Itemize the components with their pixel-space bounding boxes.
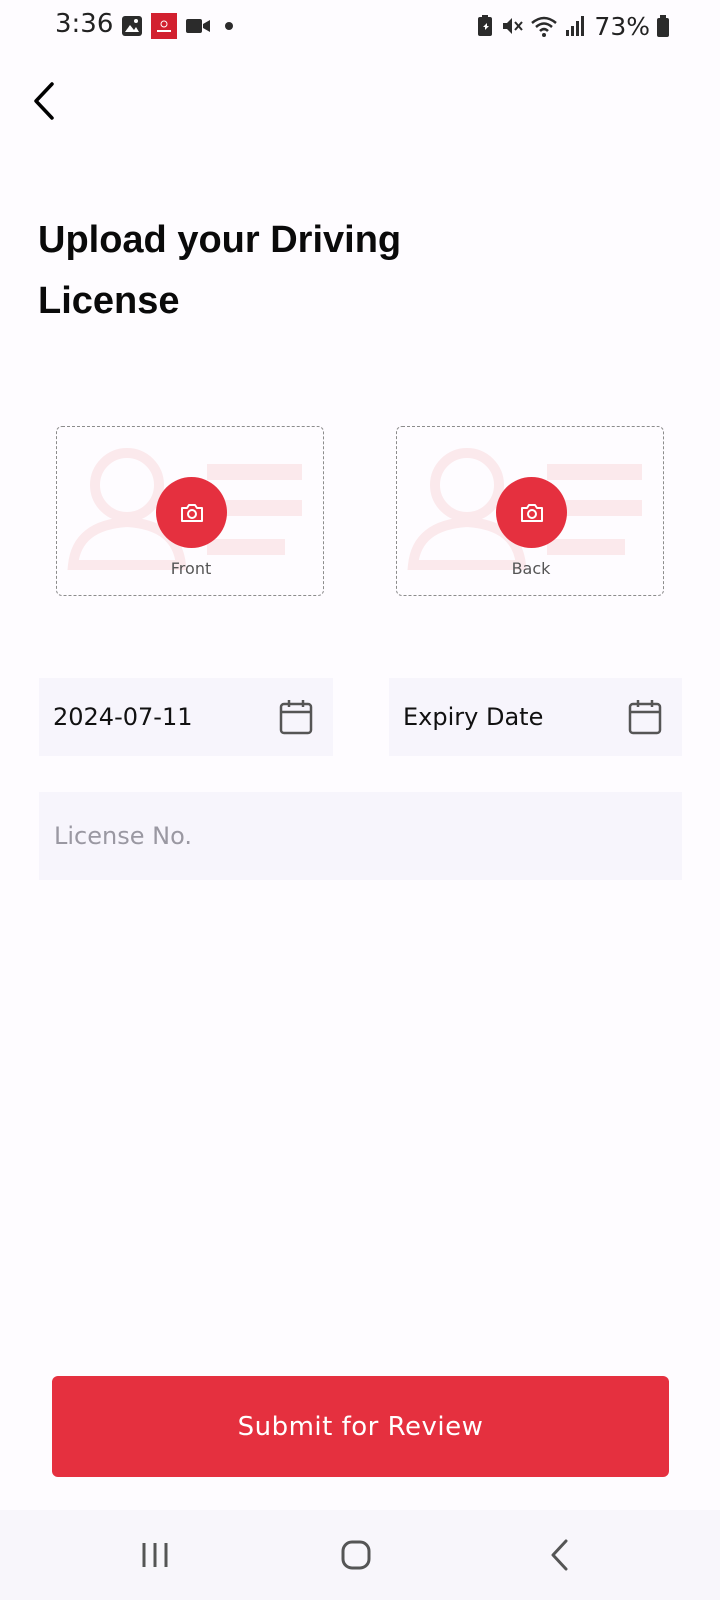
gallery-icon bbox=[122, 16, 142, 36]
status-time: 3:36 bbox=[55, 9, 114, 39]
calendar-icon[interactable] bbox=[628, 699, 662, 735]
issue-date-value: 2024-07-11 bbox=[53, 703, 193, 731]
back-camera-button[interactable] bbox=[496, 477, 567, 548]
back-icon bbox=[551, 1539, 568, 1571]
nav-back-button[interactable] bbox=[529, 1530, 589, 1580]
back-button[interactable] bbox=[22, 76, 66, 126]
video-camera-icon bbox=[186, 19, 210, 33]
expiry-date-placeholder: Expiry Date bbox=[403, 703, 544, 731]
status-bar: 3:36 73% bbox=[0, 0, 720, 52]
mute-icon bbox=[503, 18, 524, 34]
back-upload-box[interactable]: Back bbox=[396, 426, 664, 596]
camera-icon bbox=[180, 503, 203, 522]
front-upload-box[interactable]: Front bbox=[56, 426, 324, 596]
recents-button[interactable] bbox=[125, 1530, 185, 1580]
system-nav-bar bbox=[0, 1510, 720, 1600]
signal-icon bbox=[566, 16, 585, 36]
wifi-icon bbox=[531, 16, 558, 37]
issue-date-field[interactable]: 2024-07-11 bbox=[39, 678, 333, 756]
submit-for-review-button[interactable]: Submit for Review bbox=[52, 1376, 669, 1477]
back-label: Back bbox=[511, 559, 551, 578]
system-icons: 73% bbox=[476, 9, 670, 43]
dot-icon bbox=[225, 22, 233, 30]
front-label: Front bbox=[170, 559, 212, 578]
front-camera-button[interactable] bbox=[156, 477, 227, 548]
battery-saver-icon bbox=[478, 15, 493, 36]
app-notification-icon bbox=[151, 13, 177, 39]
chevron-left-icon bbox=[34, 82, 54, 120]
page-title: Upload your Driving License bbox=[38, 219, 402, 322]
home-button[interactable] bbox=[326, 1530, 386, 1580]
battery-percentage: 73% bbox=[594, 11, 650, 41]
home-icon bbox=[341, 1540, 371, 1570]
license-number-input[interactable] bbox=[39, 792, 682, 880]
notification-icons bbox=[121, 13, 239, 39]
calendar-icon[interactable] bbox=[279, 699, 313, 735]
camera-icon bbox=[520, 503, 543, 522]
expiry-date-field[interactable]: Expiry Date bbox=[389, 678, 682, 756]
battery-icon bbox=[657, 15, 669, 37]
recents-icon bbox=[142, 1543, 168, 1567]
